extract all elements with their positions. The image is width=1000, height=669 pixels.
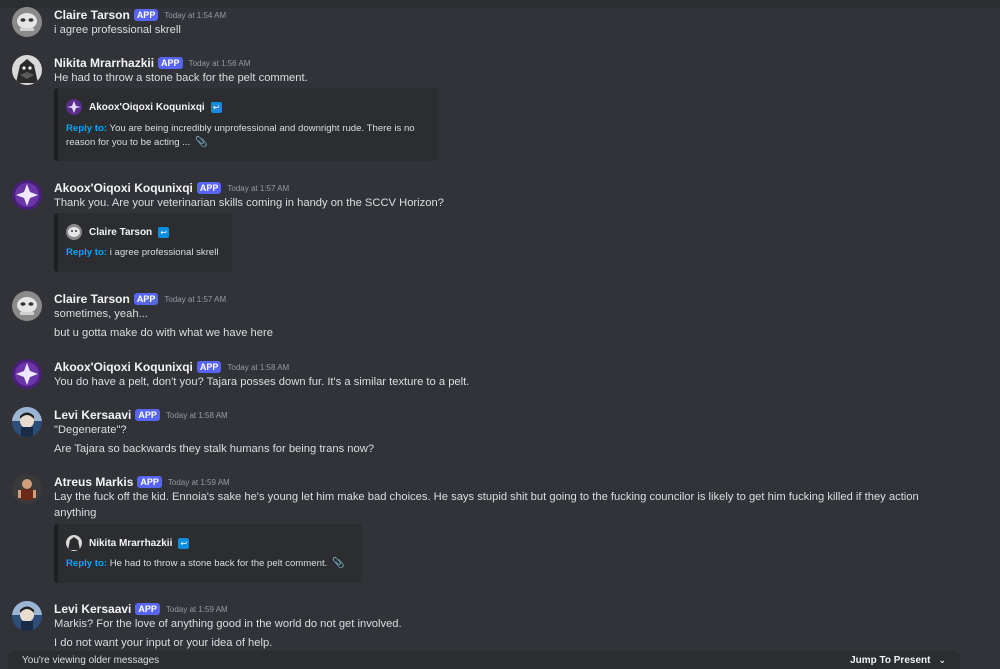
message-text: I do not want your input or your idea of… xyxy=(54,637,273,649)
timestamp[interactable]: Today at 1:56 AM xyxy=(189,59,251,68)
app-badge: APP xyxy=(196,182,222,194)
avatar-image xyxy=(12,291,42,321)
app-badge: APP xyxy=(135,409,160,421)
avatar-image xyxy=(12,474,42,504)
embed-body: Reply to: He had to throw a stone back f… xyxy=(66,557,344,571)
reply-arrow-icon: ↩ xyxy=(178,537,190,549)
avatar-image xyxy=(12,601,42,631)
avatar-claire-tarson[interactable] xyxy=(12,291,42,321)
avatar-image xyxy=(12,55,42,85)
older-messages-text: You're viewing older messages xyxy=(22,654,160,666)
username[interactable]: Levi Kersaavi xyxy=(54,602,131,616)
message: Levi Kersaavi APP Today at 1:59 AM Marki… xyxy=(0,601,1000,655)
timestamp[interactable]: Today at 1:58 AM xyxy=(166,411,228,420)
embed-body: Reply to: You are being incredibly unpro… xyxy=(66,122,415,150)
message: Claire Tarson APP Today at 1:54 AM i agr… xyxy=(0,7,1000,41)
reply-to-label: Reply to: xyxy=(66,123,108,134)
timestamp[interactable]: Today at 1:54 AM xyxy=(164,11,226,20)
avatar-levi-kersaavi[interactable] xyxy=(12,407,42,437)
avatar-akoox-oiqoxi-koqunixqi[interactable] xyxy=(12,180,42,210)
timestamp[interactable]: Today at 1:57 AM xyxy=(164,295,226,304)
avatar-nikita-mrarrhazkii[interactable] xyxy=(12,55,42,85)
timestamp[interactable]: Today at 1:58 AM xyxy=(227,363,289,372)
app-badge: APP xyxy=(133,293,159,305)
reply-to-label: Reply to: xyxy=(66,247,108,258)
reply-to-label: Reply to: xyxy=(66,558,108,569)
message: Akoox'Oiqoxi Koqunixqi APP Today at 1:58… xyxy=(0,359,1000,393)
message-text: Thank you. Are your veterinarian skills … xyxy=(54,197,444,209)
avatar-claire-tarson[interactable] xyxy=(12,7,42,37)
username[interactable]: Claire Tarson xyxy=(54,8,130,22)
avatar-image xyxy=(12,407,42,437)
timestamp[interactable]: Today at 1:59 AM xyxy=(168,478,230,487)
app-badge: APP xyxy=(133,9,159,21)
username[interactable]: Akoox'Oiqoxi Koqunixqi xyxy=(54,360,193,374)
app-badge: APP xyxy=(135,603,160,615)
message-text: He had to throw a stone back for the pel… xyxy=(54,72,308,84)
reply-embed[interactable]: Nikita Mrarrhazkii ↩ Reply to: He had to… xyxy=(54,524,362,583)
message: Akoox'Oiqoxi Koqunixqi APP Today at 1:57… xyxy=(0,180,1000,276)
message: Atreus Markis APP Today at 1:59 AM Lay t… xyxy=(0,474,1000,586)
paperclip-icon: 📎 xyxy=(194,137,208,148)
jump-to-present-label: Jump To Present xyxy=(850,654,931,666)
message-text: "Degenerate"? xyxy=(54,424,127,436)
message: Levi Kersaavi APP Today at 1:58 AM "Dege… xyxy=(0,407,1000,461)
message-text: You do have a pelt, don't you? Tajara po… xyxy=(54,376,470,388)
timestamp[interactable]: Today at 1:57 AM xyxy=(227,184,289,193)
embed-avatar-akoox xyxy=(66,99,82,115)
message-text: i agree professional skrell xyxy=(54,24,181,36)
reply-embed[interactable]: Akoox'Oiqoxi Koqunixqi ↩ Reply to: You a… xyxy=(54,88,438,161)
embed-body: Reply to: i agree professional skrell xyxy=(66,246,219,260)
embed-author: Nikita Mrarrhazkii xyxy=(89,537,173,549)
app-badge: APP xyxy=(196,361,222,373)
avatar-akoox-oiqoxi-koqunixqi[interactable] xyxy=(12,359,42,389)
reply-text: i agree professional skrell xyxy=(109,247,219,258)
username[interactable]: Atreus Markis xyxy=(54,475,133,489)
reply-embed[interactable]: Claire Tarson ↩ Reply to: i agree profes… xyxy=(54,213,232,272)
username[interactable]: Claire Tarson xyxy=(54,292,130,306)
message-text: but u gotta make do with what we have he… xyxy=(54,327,273,339)
timestamp[interactable]: Today at 1:59 AM xyxy=(166,605,228,614)
message: Claire Tarson APP Today at 1:57 AM somet… xyxy=(0,291,1000,345)
chat-log: Claire Tarson APP Today at 1:54 AM i agr… xyxy=(0,0,1000,669)
embed-author: Akoox'Oiqoxi Koqunixqi xyxy=(89,101,205,113)
embed-avatar-claire xyxy=(66,224,82,240)
avatar-image xyxy=(12,180,42,210)
reply-text-cont: reason for you to be acting ... xyxy=(66,137,191,148)
chevron-down-icon: ⌄ xyxy=(938,654,946,665)
username[interactable]: Nikita Mrarrhazkii xyxy=(54,56,154,70)
app-badge: APP xyxy=(158,57,183,69)
reply-arrow-icon: ↩ xyxy=(158,226,170,238)
message-text: sometimes, yeah... xyxy=(54,308,148,320)
message-text: Lay the fuck off the kid. Ennoia's sake … xyxy=(54,491,919,519)
username[interactable]: Akoox'Oiqoxi Koqunixqi xyxy=(54,181,193,195)
embed-avatar-nikita xyxy=(66,535,82,551)
message-text: Markis? For the love of anything good in… xyxy=(54,618,402,630)
reply-arrow-icon: ↩ xyxy=(210,101,222,113)
avatar-image xyxy=(12,7,42,37)
reply-text: You are being incredibly unprofessional … xyxy=(109,123,415,134)
older-messages-bar: You're viewing older messages Jump To Pr… xyxy=(8,651,960,669)
app-badge: APP xyxy=(137,476,162,488)
paperclip-icon: 📎 xyxy=(331,558,345,569)
username[interactable]: Levi Kersaavi xyxy=(54,408,131,422)
jump-to-present-button[interactable]: Jump To Present ⌄ xyxy=(850,655,946,666)
avatar-levi-kersaavi[interactable] xyxy=(12,601,42,631)
embed-author: Claire Tarson xyxy=(89,226,153,238)
message-text: Are Tajara so backwards they stalk human… xyxy=(54,443,375,455)
avatar-atreus-markis[interactable] xyxy=(12,474,42,504)
avatar-image xyxy=(12,359,42,389)
message: Nikita Mrarrhazkii APP Today at 1:56 AM … xyxy=(0,55,1000,165)
reply-text: He had to throw a stone back for the pel… xyxy=(109,558,328,569)
